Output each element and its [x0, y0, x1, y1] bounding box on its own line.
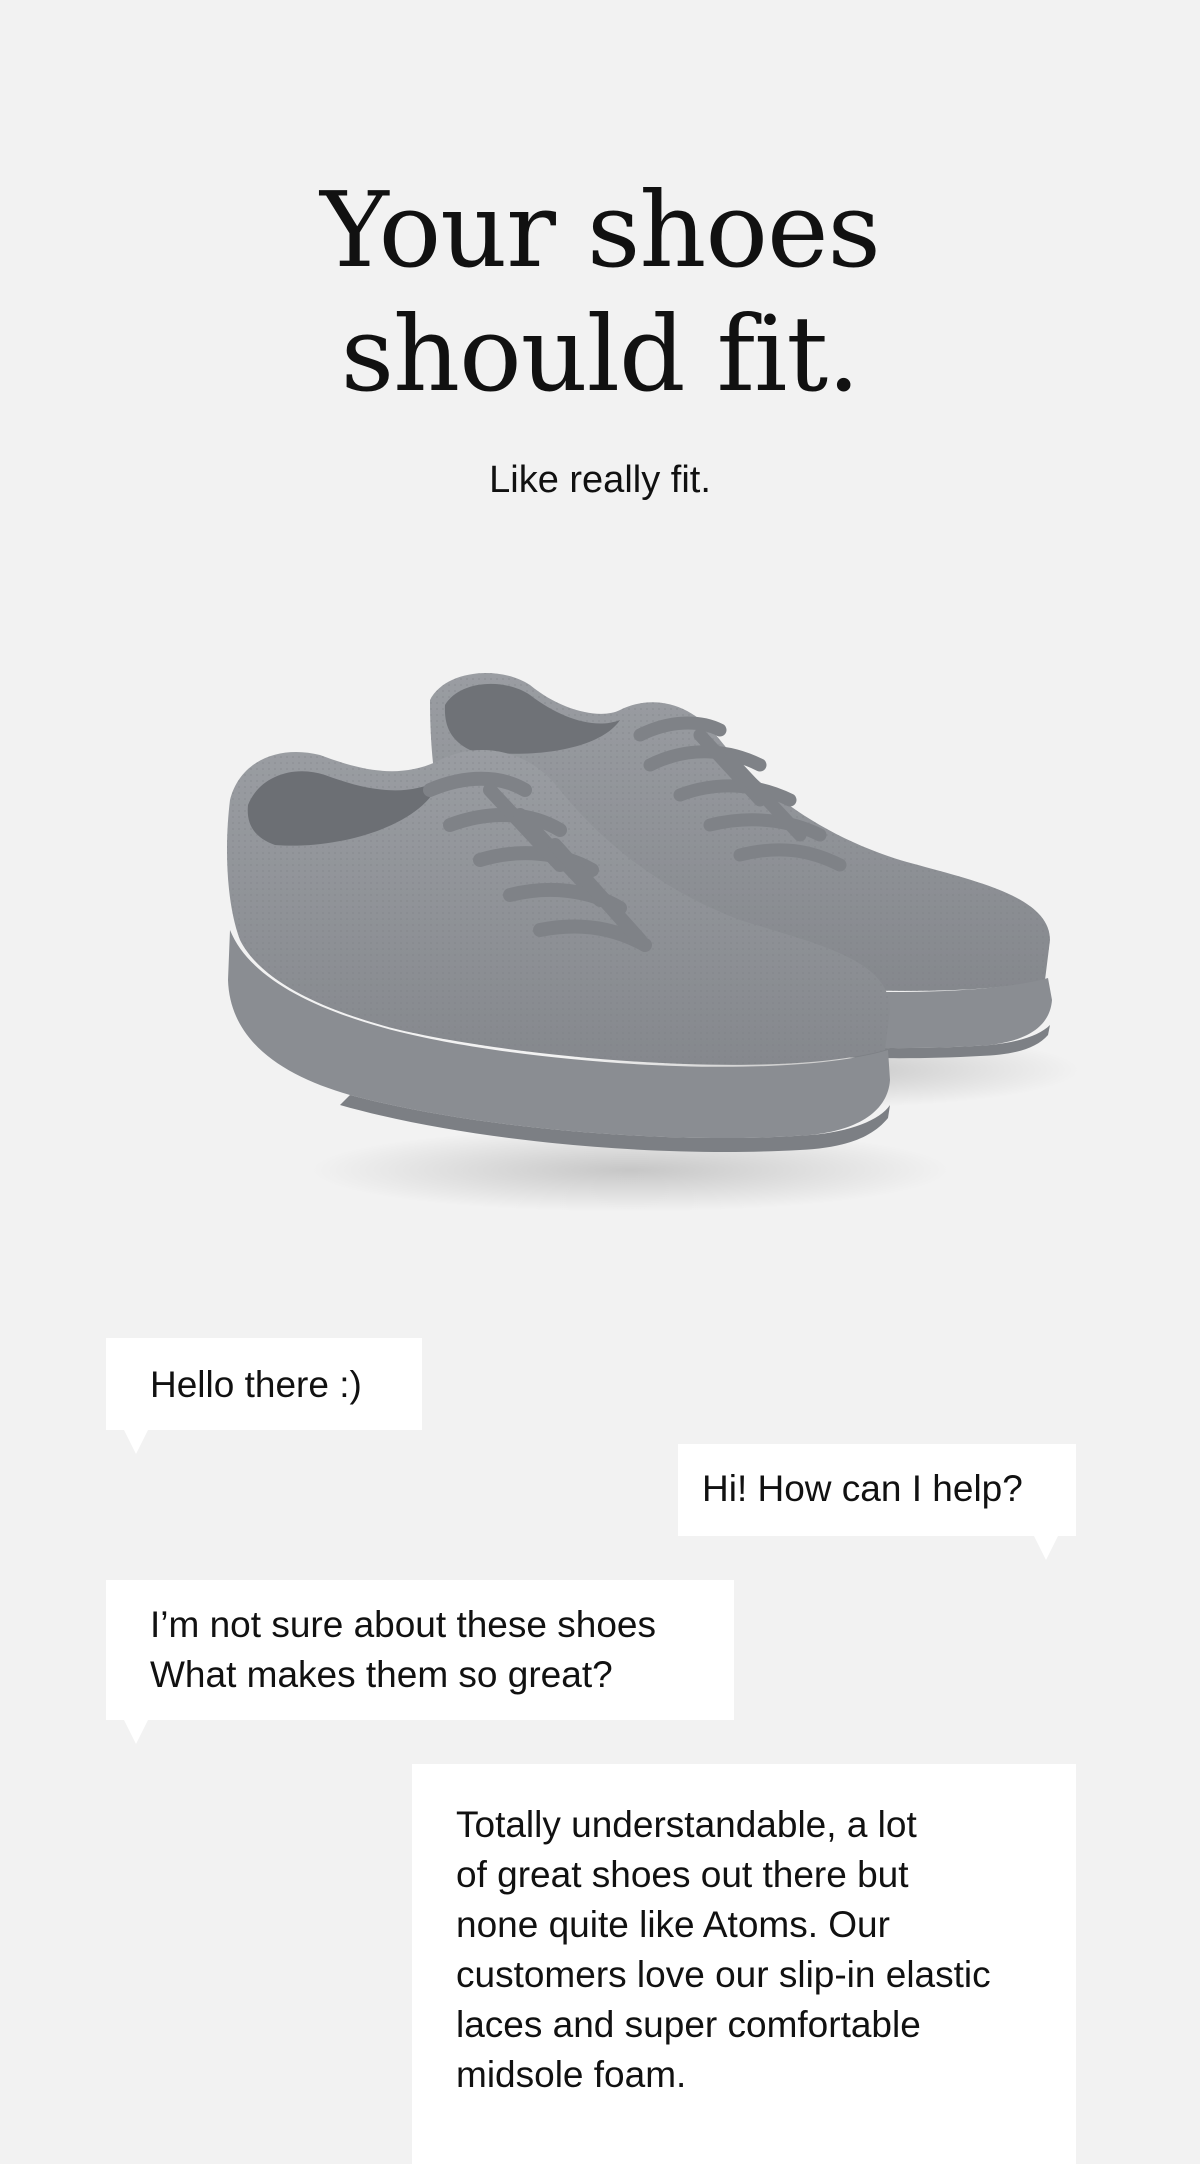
- chat-bubble-line: Hello there :): [150, 1364, 362, 1405]
- chat-bubble-line: What makes them so great?: [150, 1654, 613, 1695]
- chat-bubble-line: Totally understandable, a lot: [456, 1804, 917, 1845]
- chat-bubble-incoming: I’m not sure about these shoes What make…: [106, 1580, 734, 1744]
- chat-bubble-incoming: Hello there :): [106, 1338, 422, 1454]
- chat-bubble-line: midsole foam.: [456, 2054, 687, 2095]
- chat-bubble-outgoing: Hi! How can I help?: [678, 1444, 1076, 1560]
- product-image: [200, 640, 1100, 1240]
- chat-bubble-line: none quite like Atoms. Our: [456, 1904, 890, 1945]
- chat-bubble-line: laces and super comfortable: [456, 2004, 921, 2045]
- chat-bubble-line: Hi! How can I help?: [702, 1468, 1023, 1509]
- chat-bubble-outgoing: Totally understandable, a lot of great s…: [412, 1764, 1076, 2164]
- sneakers-pair-icon: [227, 673, 1080, 1212]
- chat-bubble-line: I’m not sure about these shoes: [150, 1604, 656, 1645]
- chat-bubble-line: customers love our slip-in elastic: [456, 1954, 991, 1995]
- hero-headline-line-1: Your shoes: [320, 169, 881, 291]
- hero-headline: Your shoes should fit.: [0, 168, 1200, 416]
- chat-bubble-line: of great shoes out there but: [456, 1854, 909, 1895]
- hero-headline-line-2: should fit.: [340, 293, 860, 415]
- hero-subhead: Like really fit.: [489, 459, 711, 501]
